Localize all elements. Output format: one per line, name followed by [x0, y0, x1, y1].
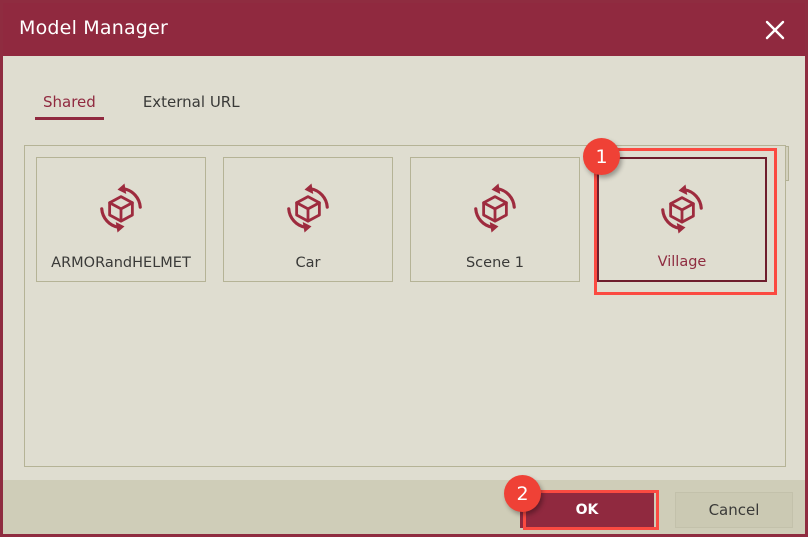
dialog-footer: OK Cancel — [3, 480, 805, 534]
model-card-village[interactable]: Village — [597, 157, 767, 282]
tab-external-url[interactable]: External URL — [133, 93, 250, 120]
close-icon — [764, 19, 786, 41]
tab-bar: Shared External URL — [33, 93, 250, 129]
model-list-panel: ARMORandHELMET Car Scene 1 Village — [24, 145, 786, 467]
dialog-title: Model Manager — [19, 17, 168, 39]
model-card-label: Car — [295, 255, 321, 271]
rotate-3d-cube-icon — [37, 180, 205, 236]
ok-button[interactable]: OK — [520, 492, 654, 528]
dialog-title-bar: Model Manager — [3, 3, 805, 56]
cancel-button[interactable]: Cancel — [675, 492, 793, 528]
model-card-label: ARMORandHELMET — [51, 255, 191, 271]
model-card-scene-1[interactable]: Scene 1 — [410, 157, 580, 282]
tab-shared[interactable]: Shared — [33, 93, 106, 120]
dialog-body: Shared External URL Search... ARMORandHE… — [3, 56, 805, 480]
model-card-label: Village — [657, 254, 707, 270]
close-button[interactable] — [755, 10, 795, 50]
model-manager-dialog: Model Manager Shared External URL Search… — [0, 0, 808, 537]
model-card-armorandhelmet[interactable]: ARMORandHELMET — [36, 157, 206, 282]
rotate-3d-cube-icon — [224, 180, 392, 236]
model-card-label: Scene 1 — [465, 255, 525, 271]
rotate-3d-cube-icon — [599, 181, 765, 237]
model-card-car[interactable]: Car — [223, 157, 393, 282]
rotate-3d-cube-icon — [411, 180, 579, 236]
